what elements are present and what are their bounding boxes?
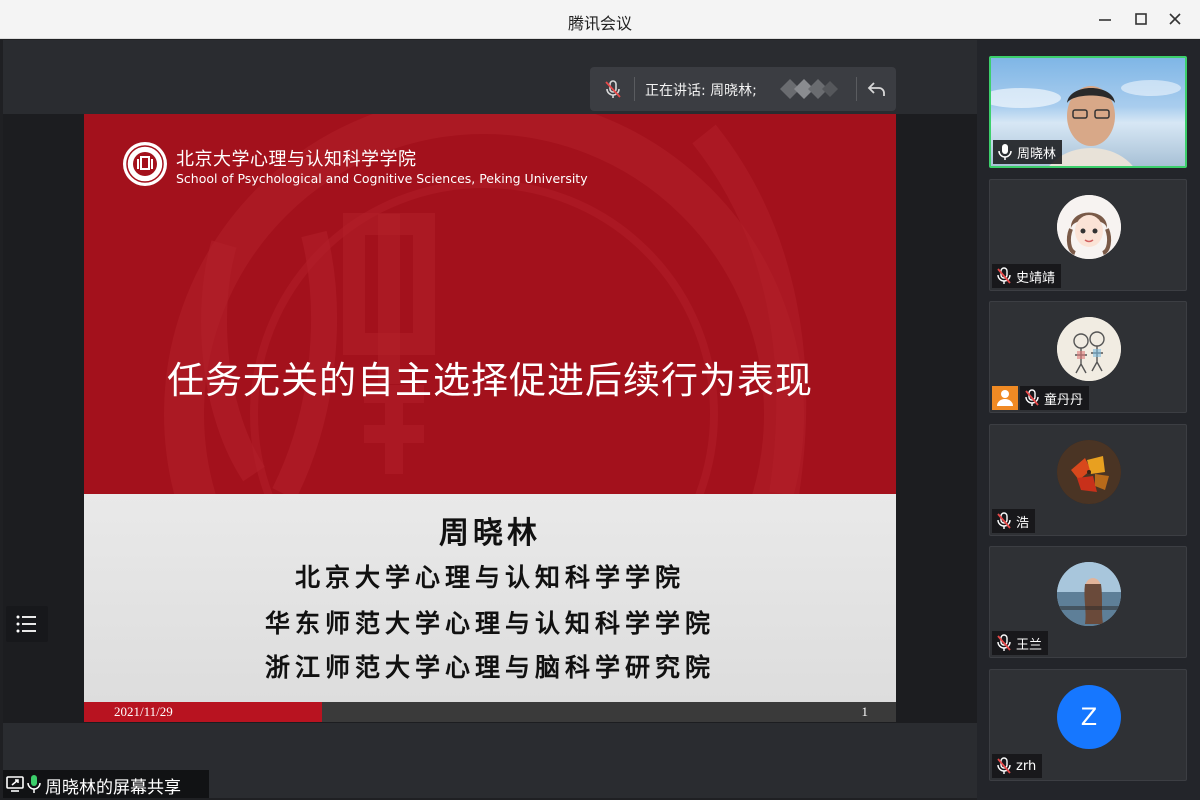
participant-namebar: 周晓林: [993, 140, 1063, 164]
presentation-slide: 北京大学心理与认知科学学院 School of Psychological an…: [84, 114, 896, 722]
slide-title: 任务无关的自主选择促进后续行为表现: [167, 359, 813, 402]
speaking-label: 正在讲话: 周晓林;: [645, 83, 757, 99]
mic-muted-icon: [997, 512, 1011, 529]
participant-name: 浩: [1016, 515, 1030, 531]
screen-share-label: 周晓林的屏幕共享: [3, 770, 209, 798]
mic-active-icon: [998, 144, 1012, 160]
participant-namebar: zrh: [992, 754, 1043, 778]
window-title: 腾讯会议: [567, 14, 632, 33]
affiliation-3: 浙江师范大学心理与脑科学研究院: [264, 653, 715, 682]
audio-wave-icon: [780, 79, 838, 99]
participant-name: 周晓林: [1017, 146, 1057, 162]
title-bar: 腾讯会议: [0, 0, 1200, 39]
school-name-en: School of Psychological and Cognitive Sc…: [176, 171, 588, 186]
slide-date: 2021/11/29: [114, 704, 173, 719]
slide-page-number: 1: [861, 704, 869, 719]
close-button[interactable]: [1164, 8, 1186, 30]
participant-name: zrh: [1016, 758, 1037, 774]
participant-list: 周晓林 史靖靖 童丹丹 浩 王兰 Z zrh: [977, 40, 1200, 800]
menu-button[interactable]: [6, 606, 48, 642]
avatar: [1057, 562, 1121, 626]
mic-muted-icon: [1025, 389, 1039, 406]
mic-muted-icon: [997, 757, 1011, 774]
participant-tile[interactable]: 浩: [989, 424, 1187, 536]
participant-name: 史靖靖: [1016, 270, 1056, 286]
avatar-initial: Z: [1080, 703, 1098, 731]
avatar: [1057, 195, 1121, 259]
slide-footer: 2021/11/29 1: [84, 702, 896, 722]
avatar: [1057, 317, 1121, 381]
mic-muted-icon[interactable]: [602, 78, 624, 100]
participant-name: 王兰: [1016, 637, 1043, 653]
mic-muted-icon: [997, 267, 1011, 284]
participant-tile[interactable]: Z zrh: [989, 669, 1187, 781]
minimize-button[interactable]: [1094, 8, 1116, 30]
minimize-icon: [1099, 19, 1111, 21]
user-badge: [992, 386, 1018, 410]
affiliation-2: 华东师范大学心理与认知科学学院: [264, 609, 715, 638]
participant-namebar: 童丹丹: [1020, 386, 1090, 410]
mic-muted-icon: [997, 634, 1011, 651]
avatar: [1057, 440, 1121, 504]
participant-tile[interactable]: 史靖靖: [989, 179, 1187, 291]
screen-share-text: 周晓林的屏幕共享: [45, 778, 181, 798]
participant-tile[interactable]: 童丹丹: [989, 301, 1187, 413]
participant-namebar: 浩: [992, 509, 1036, 533]
slide-author: 周晓林: [439, 516, 541, 551]
list-menu-icon: [16, 615, 36, 633]
participant-tile[interactable]: 王兰: [989, 546, 1187, 658]
avatar: Z: [1057, 685, 1121, 749]
pku-logo-icon: [123, 142, 167, 186]
speaker-toolbar: 正在讲话: 周晓林;: [590, 67, 896, 111]
participant-namebar: 史靖靖: [992, 264, 1062, 288]
affiliation-1: 北京大学心理与认知科学学院: [294, 563, 685, 592]
user-icon: [997, 390, 1013, 406]
maximize-button[interactable]: [1130, 8, 1152, 30]
maximize-icon: [1135, 13, 1147, 25]
participant-name: 童丹丹: [1044, 392, 1084, 408]
mic-active-icon: [27, 775, 41, 793]
school-name-cn: 北京大学心理与认知科学学院: [176, 149, 417, 170]
participant-tile[interactable]: 周晓林: [989, 56, 1187, 168]
slide-title-panel: 北京大学心理与认知科学学院 School of Psychological an…: [84, 114, 896, 494]
screen-share-icon: [6, 776, 24, 792]
return-icon[interactable]: [866, 78, 888, 100]
participant-namebar: 王兰: [992, 631, 1049, 655]
close-icon: [1169, 13, 1181, 25]
